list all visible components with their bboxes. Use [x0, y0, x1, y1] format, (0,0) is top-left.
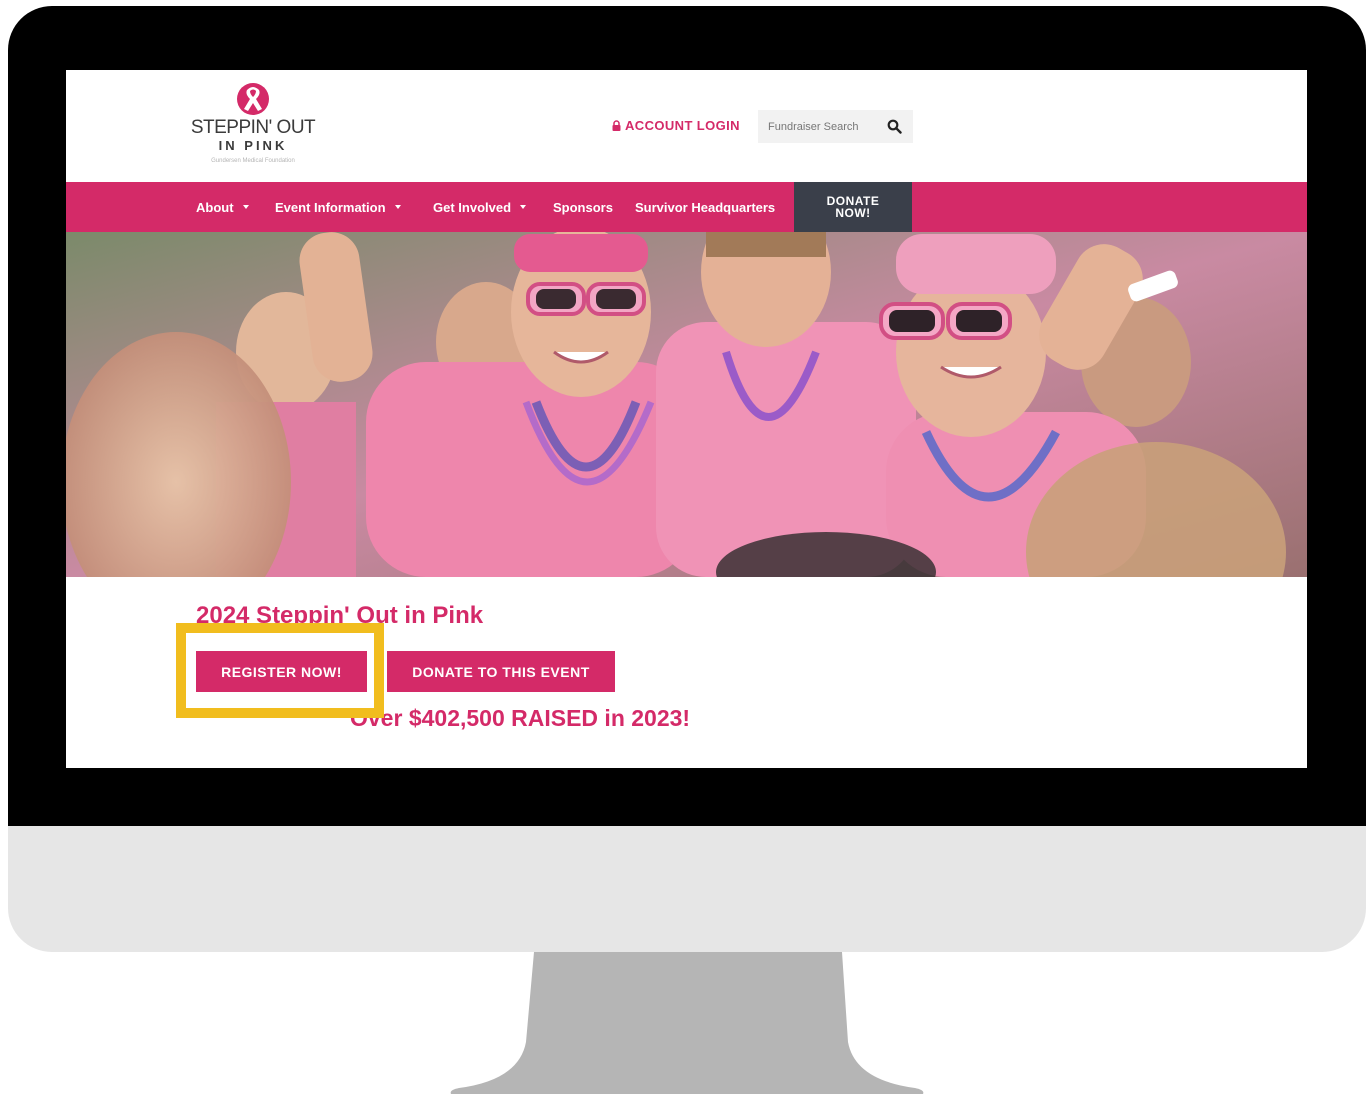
- nav-item-event-information[interactable]: Event Information: [275, 182, 401, 232]
- hero-photo: [66, 232, 1307, 577]
- search-icon[interactable]: [887, 119, 902, 134]
- hero-image: [66, 232, 1307, 577]
- nav-item-sponsors[interactable]: Sponsors: [553, 182, 613, 232]
- site-logo[interactable]: STEPPIN' OUT IN PINK Gundersen Medical F…: [178, 82, 328, 177]
- logo-foundation: Gundersen Medical Foundation: [211, 158, 295, 164]
- nav-donate-now-button[interactable]: DONATE NOW!: [794, 182, 912, 232]
- donate-to-event-button[interactable]: DONATE TO THIS EVENT: [387, 651, 615, 692]
- nav-item-label: Sponsors: [553, 199, 613, 215]
- account-login-label: ACCOUNT LOGIN: [625, 118, 740, 133]
- account-login-link[interactable]: ACCOUNT LOGIN: [612, 118, 740, 133]
- monitor-stand: [450, 952, 924, 1094]
- nav-item-survivor-headquarters[interactable]: Survivor Headquarters: [635, 182, 775, 232]
- main-nav: About Event Information Get Involved Spo…: [66, 182, 1307, 232]
- donate-line2: NOW!: [835, 206, 871, 220]
- fundraiser-search-input[interactable]: [768, 120, 880, 133]
- browser-screen: STEPPIN' OUT IN PINK Gundersen Medical F…: [66, 70, 1307, 768]
- event-title: 2024 Steppin' Out in Pink: [196, 602, 484, 629]
- nav-item-label: About: [196, 199, 234, 215]
- lock-icon: [612, 120, 621, 131]
- pink-ribbon-icon: [237, 83, 269, 115]
- amount-raised-text: Over $402,500 RAISED in 2023!: [350, 705, 691, 731]
- nav-item-label: Event Information: [275, 199, 386, 215]
- register-now-button[interactable]: REGISTER NOW!: [196, 651, 367, 692]
- caret-down-icon: [520, 205, 527, 209]
- fundraiser-search: [758, 110, 913, 143]
- monitor-chin: [8, 826, 1366, 952]
- caret-down-icon: [242, 205, 249, 209]
- site-header: STEPPIN' OUT IN PINK Gundersen Medical F…: [66, 70, 1307, 182]
- nav-item-label: Get Involved: [433, 199, 512, 215]
- nav-item-about[interactable]: About: [196, 182, 249, 232]
- nav-item-get-involved[interactable]: Get Involved: [433, 182, 527, 232]
- nav-item-label: Survivor Headquarters: [635, 199, 776, 215]
- logo-title: STEPPIN' OUT: [190, 117, 316, 138]
- caret-down-icon: [394, 205, 401, 209]
- logo-subtitle: IN PINK: [218, 138, 288, 153]
